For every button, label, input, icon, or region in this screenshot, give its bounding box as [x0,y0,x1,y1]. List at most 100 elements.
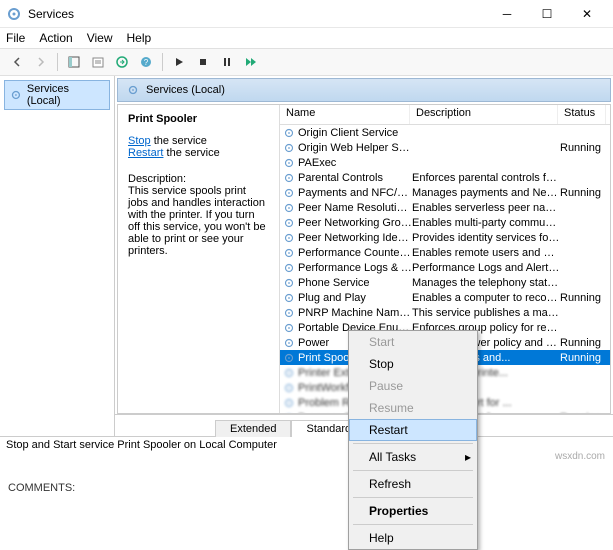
service-icon [282,201,296,215]
help-button[interactable]: ? [135,51,157,73]
service-status-cell: Running [560,292,608,304]
service-row[interactable]: Peer Name Resolution Prot...Enables serv… [280,200,610,215]
stop-service-button[interactable] [192,51,214,73]
service-icon [282,381,296,395]
back-button[interactable] [6,51,28,73]
service-status-cell: Running [560,412,608,414]
service-name-cell: Origin Client Service [298,127,412,139]
service-desc-cell: Enables remote users and 64-bit ... [412,247,560,259]
selected-service-name: Print Spooler [128,113,269,125]
service-icon [282,336,296,350]
service-icon [282,216,296,230]
svg-text:?: ? [144,58,149,67]
service-row[interactable]: Parental ControlsEnforces parental contr… [280,170,610,185]
service-desc-cell: Manages the telephony state on ... [412,277,560,289]
tab-extended[interactable]: Extended [215,420,291,437]
ctx-all-tasks[interactable]: All Tasks▸ [349,446,477,468]
service-status-cell: Running [560,187,608,199]
service-row[interactable]: Peer Networking GroupingEnables multi-pa… [280,215,610,230]
description-text: This service spools print jobs and handl… [128,185,269,257]
service-icon [282,246,296,260]
services-icon [126,83,140,97]
menu-action[interactable]: Action [39,31,72,45]
service-desc-cell: Manages payments and Near Fiel... [412,187,560,199]
column-name[interactable]: Name [280,105,410,124]
start-service-button[interactable] [168,51,190,73]
service-desc-cell: Enables multi-party communicat... [412,217,560,229]
close-button[interactable]: ✕ [567,1,607,27]
description-header: Description: [128,173,269,185]
service-icon [282,141,296,155]
tree-root-services-local[interactable]: Services (Local) [4,80,110,110]
restart-link[interactable]: Restart [128,147,163,159]
service-name-cell: Parental Controls [298,172,412,184]
service-row[interactable]: Performance Logs & AlertsPerformance Log… [280,260,610,275]
restart-service-button[interactable] [240,51,262,73]
service-desc-cell: Performance Logs and Alerts Col... [412,262,560,274]
ctx-stop[interactable]: Stop [349,353,477,375]
list-header: Name Description Status [280,105,610,125]
service-icon [282,156,296,170]
forward-button[interactable] [30,51,52,73]
context-menu: Start Stop Pause Resume Restart All Task… [348,330,478,550]
menu-view[interactable]: View [87,31,113,45]
ctx-refresh[interactable]: Refresh [349,473,477,495]
properties-button[interactable] [87,51,109,73]
toolbar: ? [0,48,613,76]
service-icon [282,291,296,305]
service-desc-cell: Enables a computer to recognize ... [412,292,560,304]
export-list-button[interactable] [111,51,133,73]
minimize-button[interactable]: ─ [487,1,527,27]
restart-service-link-row: Restart the service [128,147,269,159]
service-name-cell: Peer Networking Identity M... [298,232,412,244]
service-status-cell: Running [560,142,608,154]
ctx-separator [353,497,473,498]
service-icon [282,396,296,410]
service-row[interactable]: Plug and PlayEnables a computer to recog… [280,290,610,305]
service-status-cell: Running [560,337,608,349]
service-name-cell: Peer Name Resolution Prot... [298,202,412,214]
service-status-cell: Running [560,352,608,364]
service-row[interactable]: Payments and NFC/SE Man...Manages paymen… [280,185,610,200]
service-row[interactable]: Origin Web Helper Service Running [280,140,610,155]
service-name-cell: Payments and NFC/SE Man... [298,187,412,199]
service-desc-cell: This service publishes a machine ... [412,307,560,319]
maximize-button[interactable]: ☐ [527,1,567,27]
ctx-separator [353,524,473,525]
service-desc-cell: Provides identity services for the ... [412,232,560,244]
services-icon [9,88,23,102]
ctx-separator [353,470,473,471]
menu-help[interactable]: Help [127,31,152,45]
detail-pane: Print Spooler Stop the service Restart t… [118,105,280,413]
service-icon [282,306,296,320]
ctx-separator [353,443,473,444]
ctx-help[interactable]: Help [349,527,477,549]
service-name-cell: PAExec [298,157,412,169]
show-hide-button[interactable] [63,51,85,73]
service-row[interactable]: Performance Counter DLL ...Enables remot… [280,245,610,260]
watermark: wsxdn.com [555,451,605,462]
service-icon [282,411,296,414]
tree-panel: Services (Local) [0,76,115,436]
pause-service-button[interactable] [216,51,238,73]
comments-label: COMMENTS: [8,482,75,494]
service-row[interactable]: Phone ServiceManages the telephony state… [280,275,610,290]
service-row[interactable]: PNRP Machine Name Publi...This service p… [280,305,610,320]
service-row[interactable]: Origin Client Service [280,125,610,140]
column-status[interactable]: Status [558,105,606,124]
ctx-restart[interactable]: Restart [349,419,477,441]
service-icon [282,321,296,335]
stop-link[interactable]: Stop [128,135,151,147]
ctx-properties[interactable]: Properties [349,500,477,522]
menu-file[interactable]: File [6,31,25,45]
menu-bar: File Action View Help [0,28,613,48]
service-name-cell: Phone Service [298,277,412,289]
service-name-cell: Origin Web Helper Service [298,142,412,154]
ctx-resume: Resume [349,397,477,419]
service-icon [282,126,296,140]
service-row[interactable]: PAExec [280,155,610,170]
service-name-cell: Plug and Play [298,292,412,304]
column-description[interactable]: Description [410,105,558,124]
content-area: Services (Local) Services (Local) Print … [0,76,613,436]
service-row[interactable]: Peer Networking Identity M...Provides id… [280,230,610,245]
